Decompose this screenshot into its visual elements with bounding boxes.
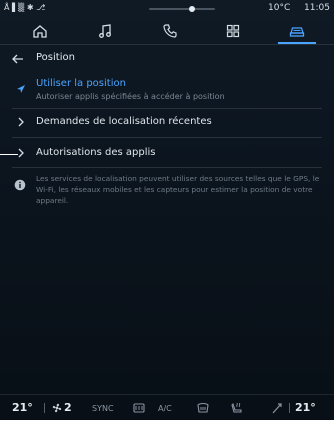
music-icon: [99, 24, 111, 38]
tab-vehicle[interactable]: [272, 20, 322, 44]
tab-music[interactable]: [80, 20, 130, 42]
main-tab-bar: [0, 18, 334, 45]
driver-temperature[interactable]: 21°: [12, 401, 33, 414]
outside-temperature: 10°C: [268, 3, 291, 13]
passenger-temperature[interactable]: 21°: [295, 401, 316, 414]
chevron-right-icon: [18, 117, 24, 127]
ac-button[interactable]: A/C: [158, 404, 172, 413]
location-arrow-icon: [17, 85, 25, 93]
divider: [12, 137, 322, 138]
location-info-text: Les services de localisation peuvent uti…: [36, 174, 320, 205]
tab-phone[interactable]: [145, 20, 195, 42]
divider: [12, 167, 322, 168]
fan-direction-icon[interactable]: [270, 401, 284, 415]
rear-defrost-icon[interactable]: [132, 401, 146, 415]
back-button[interactable]: [12, 50, 26, 68]
seat-heating-icon[interactable]: [230, 401, 244, 415]
status-bar: Å ▌▒ ✱ ⎇ 10°C 11:05: [0, 0, 334, 18]
separator: [44, 403, 45, 413]
page-title: Position: [36, 52, 75, 63]
apps-grid-icon: [226, 24, 240, 38]
status-icons: Å ▌▒ ✱ ⎇: [4, 3, 45, 13]
car-icon: [289, 27, 305, 37]
app-permissions-label: Autorisations des applis: [36, 147, 156, 158]
info-icon: [14, 179, 26, 191]
back-arrow-icon: [12, 54, 23, 64]
divider: [12, 108, 322, 109]
climate-bar: 21° 2 SYNC A/C 21°: [0, 394, 334, 421]
use-location-title: Utiliser la position: [36, 78, 126, 89]
separator: [289, 403, 290, 413]
media-progress-slider[interactable]: [149, 6, 215, 12]
tab-apps[interactable]: [208, 20, 258, 42]
recent-location-requests-label: Demandes de localisation récentes: [36, 116, 212, 127]
fan-icon: [52, 403, 62, 412]
front-defrost-icon[interactable]: [196, 401, 210, 415]
fan-level: 2: [64, 401, 72, 414]
page-header: Position: [0, 50, 334, 68]
chevron-right-icon: [18, 148, 24, 158]
app-permissions-item[interactable]: Autorisations des applis: [0, 141, 334, 165]
tab-home[interactable]: [15, 20, 65, 42]
phone-icon: [163, 24, 177, 38]
recent-location-requests-item[interactable]: Demandes de localisation récentes: [0, 110, 334, 134]
status-glyphs: Å ▌▒ ✱ ⎇: [4, 3, 46, 12]
use-location-subtitle: Autoriser applis spécifiées à accéder à …: [36, 92, 225, 101]
location-info-block: Les services de localisation peuvent uti…: [0, 173, 334, 221]
home-icon: [33, 25, 47, 38]
media-progress-knob[interactable]: [189, 6, 195, 12]
sync-button[interactable]: SYNC: [92, 404, 114, 413]
use-location-option[interactable]: Utiliser la position Autoriser applis sp…: [0, 74, 334, 106]
fan-speed-control[interactable]: 2: [52, 401, 72, 414]
infotainment-screen: Å ▌▒ ✱ ⎇ 10°C 11:05 Position Utiliser la…: [0, 0, 334, 420]
clock: 11:05: [304, 3, 330, 13]
